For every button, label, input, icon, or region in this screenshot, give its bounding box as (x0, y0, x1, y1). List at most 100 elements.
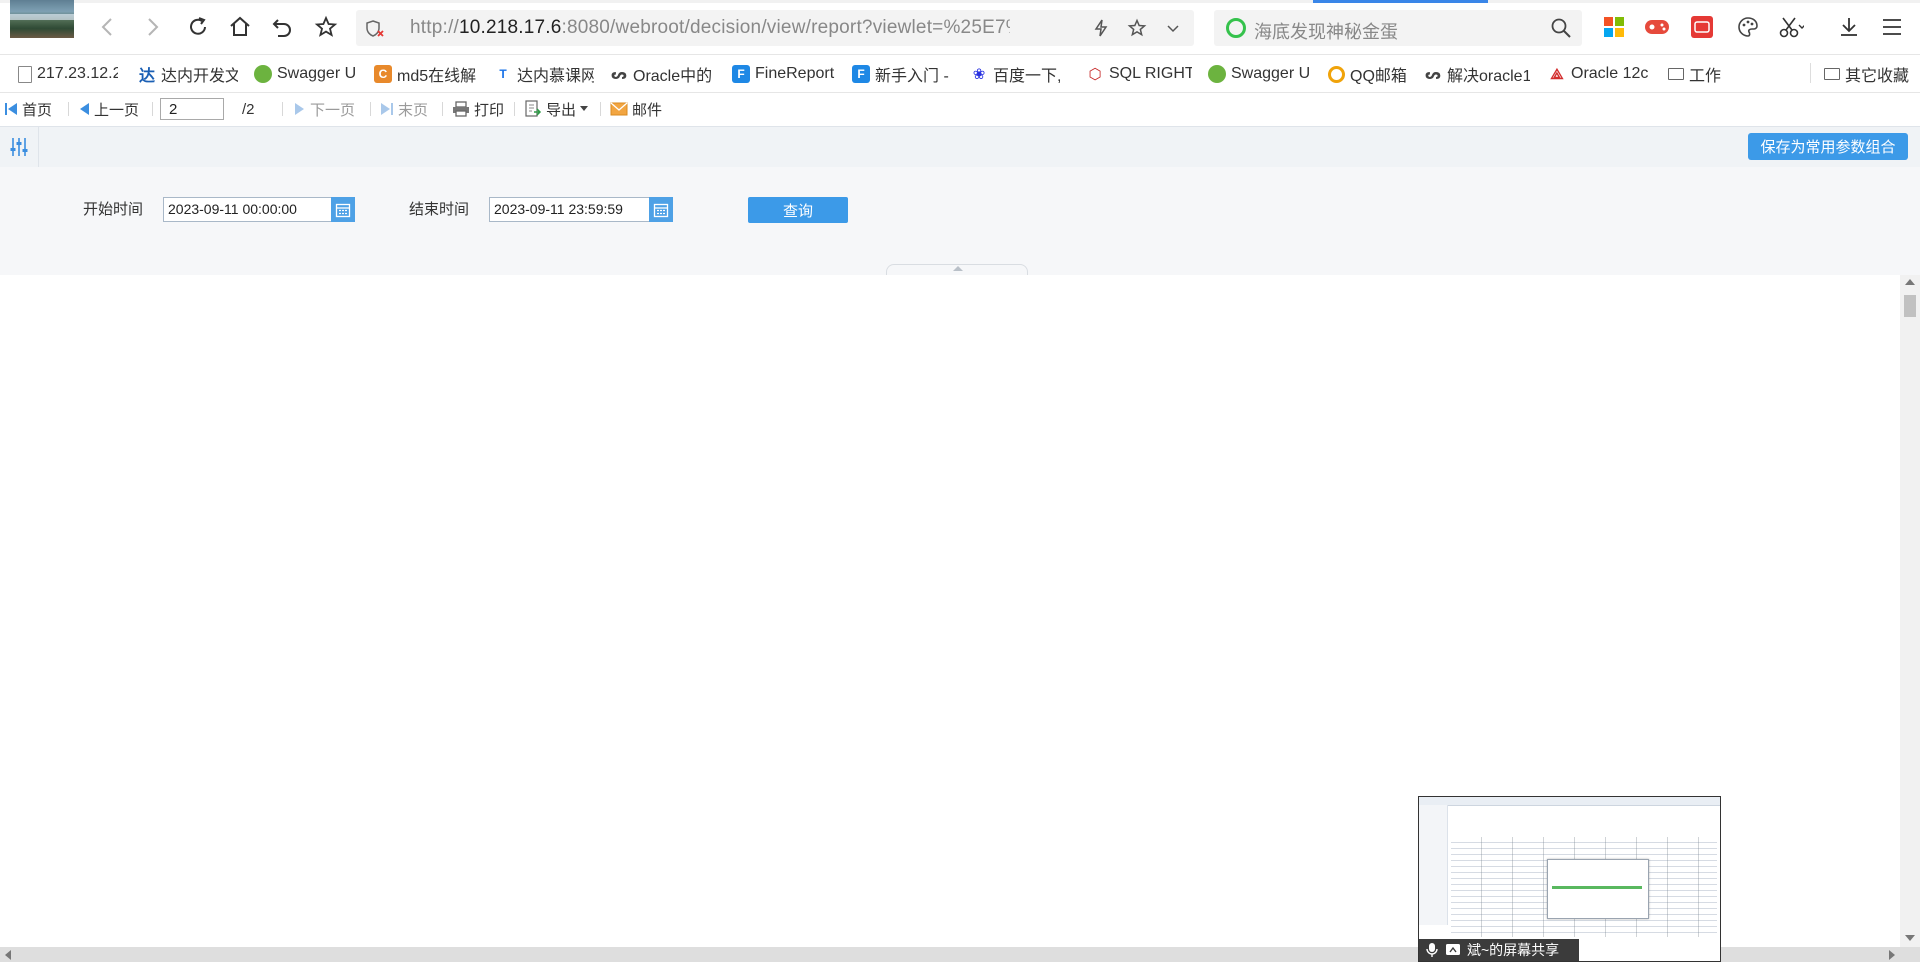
toolbar-separator (442, 102, 443, 116)
swagger-icon (1208, 65, 1226, 83)
save-param-combo-button[interactable]: 保存为常用参数组合 (1748, 133, 1908, 160)
microphone-icon[interactable] (1425, 942, 1439, 958)
scroll-down-arrow[interactable] (1905, 935, 1915, 941)
undo-icon (272, 19, 291, 37)
screen-share-icon[interactable] (1445, 943, 1461, 957)
export-icon (525, 100, 542, 117)
vertical-scroll-thumb[interactable] (1904, 295, 1916, 317)
red-app-icon[interactable] (1687, 12, 1717, 42)
calendar-icon[interactable] (649, 197, 673, 222)
end-time-input[interactable]: 2023-09-11 23:59:59 (489, 197, 673, 222)
favorite-button[interactable] (308, 8, 344, 46)
oracle-icon: ᔕ (1425, 65, 1441, 82)
qqmail-icon (1328, 65, 1345, 83)
lightning-icon[interactable] (1090, 17, 1112, 39)
back-button[interactable] (90, 8, 126, 46)
bookmark-item[interactable]: ⟁ Oracle 12c (1548, 63, 1650, 85)
oracle-icon: ᔕ (611, 65, 627, 82)
mail-button[interactable]: 邮件 (610, 99, 662, 119)
last-page-button[interactable]: 末页 (380, 99, 428, 119)
chevron-down-icon[interactable] (1162, 17, 1184, 39)
bookmark-item[interactable]: ⬡ SQL RIGHT (1086, 63, 1192, 85)
share-preview-toolbar (1419, 797, 1720, 806)
share-preview-sidebar (1419, 805, 1448, 925)
undo-close-button[interactable] (264, 8, 300, 46)
finereport-icon: F (732, 65, 750, 83)
bookmark-item[interactable]: ❀ 百度一下, (970, 63, 1070, 85)
folder-icon (1824, 68, 1840, 80)
page-number-input[interactable] (160, 98, 224, 120)
download-icon[interactable] (1834, 12, 1864, 42)
bookmark-item[interactable]: 217.23.12.2 (18, 63, 118, 85)
bookmark-item[interactable]: F 新手入门 - (852, 63, 952, 85)
start-time-value[interactable]: 2023-09-11 00:00:00 (168, 201, 297, 217)
start-time-input[interactable]: 2023-09-11 00:00:00 (163, 197, 355, 222)
parameter-toggle-button[interactable] (0, 127, 39, 167)
next-page-icon (295, 103, 304, 115)
tab-strip (0, 0, 1920, 3)
bookmark-item[interactable]: Swagger U (254, 63, 356, 85)
oracle12c-icon: ⟁ (1550, 65, 1564, 83)
browser-toolbar: http://10.218.17.6:8080/webroot/decision… (0, 0, 1920, 55)
bookmark-item[interactable]: F FineReport (732, 63, 838, 85)
next-page-button[interactable]: 下一页 (294, 99, 355, 119)
home-button[interactable] (222, 8, 258, 46)
game-controller-icon[interactable] (1642, 12, 1672, 42)
reload-icon (190, 17, 206, 35)
bookmark-star-icon[interactable] (1126, 17, 1148, 39)
search-icon[interactable] (1550, 17, 1572, 39)
search-placeholder[interactable]: 海底发现神秘金蛋 (1254, 18, 1398, 44)
home-icon (230, 16, 250, 36)
tab-thumbnail[interactable] (10, 0, 74, 38)
palette-icon[interactable] (1733, 12, 1763, 42)
url-text[interactable]: http://10.218.17.6:8080/webroot/decision… (410, 17, 1010, 39)
scroll-left-arrow[interactable] (5, 950, 11, 960)
bookmark-item[interactable]: Swagger U (1208, 63, 1310, 85)
caret-down-icon (580, 106, 589, 111)
back-icon (101, 18, 112, 36)
scroll-right-arrow[interactable] (1889, 950, 1895, 960)
bookmark-item[interactable]: QQ邮箱 (1328, 63, 1412, 85)
end-time-label: 结束时间 (409, 201, 470, 218)
start-time-label: 开始时间 (83, 201, 144, 218)
prev-page-button[interactable]: 上一页 (78, 99, 139, 119)
screen-share-bar[interactable]: 斌~的屏幕共享 (1419, 939, 1579, 961)
scroll-up-arrow[interactable] (1905, 279, 1915, 285)
reload-button[interactable] (180, 8, 216, 46)
forward-icon (148, 18, 159, 36)
security-warning-icon[interactable] (365, 19, 385, 39)
bookmarks-bar: 217.23.12.2 达 达内开发文 Swagger U C md5在线解 T… (0, 55, 1920, 93)
apps-grid-icon[interactable] (1599, 12, 1629, 42)
collapse-parameter-handle[interactable] (886, 264, 1028, 275)
other-bookmarks[interactable]: 其它收藏 (1824, 63, 1914, 85)
screen-share-label: 斌~的屏幕共享 (1467, 942, 1560, 958)
parameter-form: 开始时间 2023-09-11 00:00:00 结束时间 2023-09-11… (0, 167, 1920, 275)
export-button[interactable]: 导出 (524, 99, 589, 119)
calendar-icon[interactable] (331, 197, 355, 222)
bookmark-item[interactable]: ᔕ 解决oracle1 (1424, 63, 1530, 86)
screen-share-preview[interactable]: 斌~的屏幕共享 (1418, 796, 1721, 962)
bookmark-item[interactable]: T 达内慕课网 (494, 63, 594, 85)
bookmark-item[interactable]: ᔕ Oracle中的 (610, 63, 714, 86)
toolbar-separator (600, 102, 601, 116)
forward-button[interactable] (134, 8, 170, 46)
folder-icon (1668, 68, 1684, 80)
first-page-button[interactable]: 首页 (4, 99, 52, 119)
query-button[interactable]: 查询 (748, 197, 848, 223)
mail-icon (610, 102, 628, 116)
bookmark-folder[interactable]: 工作 (1668, 63, 1738, 85)
active-tab-indicator[interactable] (1313, 0, 1488, 3)
bookmark-item[interactable]: C md5在线解 (374, 63, 478, 85)
end-time-value[interactable]: 2023-09-11 23:59:59 (494, 201, 623, 217)
vertical-scrollbar[interactable] (1900, 275, 1920, 947)
menu-icon[interactable] (1877, 12, 1907, 42)
search-engine-icon[interactable] (1226, 18, 1246, 38)
scissors-icon[interactable] (1776, 12, 1806, 42)
sql-icon: ⬡ (1088, 66, 1102, 83)
print-button[interactable]: 打印 (452, 99, 504, 119)
search-box[interactable]: 海底发现神秘金蛋 (1214, 10, 1582, 46)
address-bar[interactable]: http://10.218.17.6:8080/webroot/decision… (356, 10, 1194, 46)
bookmark-item[interactable]: 达 达内开发文 (138, 63, 238, 85)
parameter-header: 保存为常用参数组合 (0, 126, 1920, 168)
star-icon (314, 15, 338, 37)
